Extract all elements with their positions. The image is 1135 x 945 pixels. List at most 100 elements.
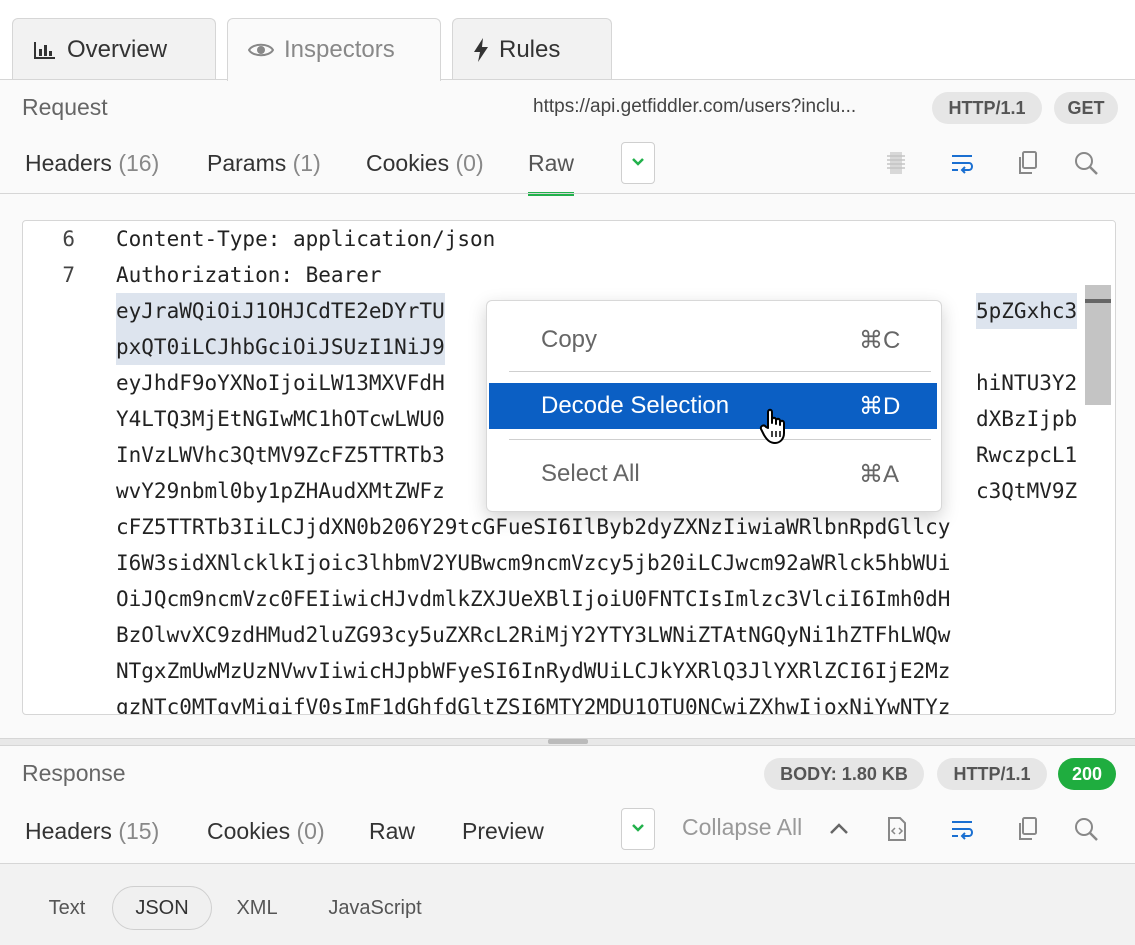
code-scrollbar-marker <box>1085 299 1111 303</box>
chevron-down-icon <box>631 820 645 838</box>
request-method-badge: GET <box>1054 92 1118 124</box>
code-text: Authorization: Bearer <box>116 263 382 287</box>
line-number: 7 <box>62 263 75 287</box>
request-tab-params[interactable]: Params (1) <box>207 150 321 177</box>
search-icon[interactable] <box>1071 814 1101 844</box>
code-text: Y4LTQ3MjEtNGIwMC1hOTcwLWU0 <box>116 407 445 431</box>
tab-rules[interactable]: Rules <box>452 18 612 80</box>
view-tab-text[interactable]: Text <box>30 886 104 930</box>
code-text-fragment: RwczpcL1 <box>976 443 1078 467</box>
response-tab-preview-label: Preview <box>462 818 544 844</box>
code-text: OiJQcm9ncmVzc0FEIiwicHJvdmlkZXJUeXBlIjoi… <box>116 587 951 611</box>
response-tab-cookies-label: Cookies <box>207 818 291 844</box>
code-text-fragment: 5pZGxhc3 <box>976 293 1078 329</box>
code-text: eyJhdF9oYXNoIjoiLW13MXVFdH <box>116 371 445 395</box>
request-header-row: Request https://api.getfiddler.com/users… <box>0 80 1135 136</box>
line-number: 6 <box>62 227 75 251</box>
request-tab-headers-count: (16) <box>118 150 160 176</box>
response-tab-raw-label: Raw <box>369 818 416 844</box>
tab-inspectors-label: Inspectors <box>284 36 395 63</box>
code-text-fragment: c3QtMV9Z <box>976 479 1078 503</box>
word-wrap-icon[interactable] <box>948 814 978 844</box>
chevron-up-icon[interactable] <box>824 814 854 844</box>
view-tab-xml[interactable]: XML <box>220 886 294 930</box>
menu-item-decode-shortcut: ⌘D <box>859 392 901 420</box>
code-line: I6W3sidXNlcklkIjoic3lhbmV2YUBwcm9ncmVzcy… <box>23 545 1083 581</box>
code-text: BzOlwvXC9zdHMud2luZG93cy5uZXRcL2RiMjY2YT… <box>116 623 951 647</box>
code-text: I6W3sidXNlcklkIjoic3lhbmV2YUBwcm9ncmVzcy… <box>116 551 951 575</box>
request-tab-params-count: (1) <box>292 150 321 176</box>
response-tab-cookies-count: (0) <box>296 818 325 844</box>
pane-splitter[interactable] <box>0 738 1135 746</box>
splitter-grip[interactable] <box>548 739 588 744</box>
bar-chart-icon <box>33 40 57 60</box>
menu-item-decode-label: Decode Selection <box>541 392 730 419</box>
request-label: Request <box>22 94 108 120</box>
request-tab-cookies[interactable]: Cookies (0) <box>366 150 484 177</box>
code-text-fragment: hiNTU3Y2 <box>976 371 1078 395</box>
code-text-fragment: dXBzIjpb <box>976 407 1078 431</box>
tab-overview-label: Overview <box>67 35 168 63</box>
request-tab-cookies-label: Cookies <box>366 150 450 176</box>
request-tab-params-label: Params <box>207 150 287 176</box>
response-pane: Response BODY: 1.80 KB HTTP/1.1 200 Head… <box>0 746 1135 945</box>
response-inspector-dropdown[interactable] <box>621 808 655 850</box>
code-scrollbar[interactable] <box>1083 221 1115 714</box>
menu-separator <box>509 439 931 440</box>
code-line: NTgxZmUwMzUzNVwvIiwicHJpbWFyeSI6InRydWUi… <box>23 653 1083 689</box>
code-scrollbar-thumb[interactable] <box>1085 285 1111 405</box>
view-tab-json[interactable]: JSON <box>112 886 212 930</box>
code-text: InVzLWVhc3QtMV9ZcFZ5TTRTb3 <box>116 443 445 467</box>
response-tab-headers-label: Headers <box>25 818 112 844</box>
request-tab-headers-label: Headers <box>25 150 112 176</box>
response-tab-cookies[interactable]: Cookies (0) <box>207 818 325 845</box>
search-icon[interactable] <box>1071 148 1101 178</box>
code-text: cFZ5TTRTb3IiLCJjdXN0b206Y29tcGFueSI6IlBy… <box>116 515 951 539</box>
eye-icon <box>248 41 274 59</box>
code-text: gzNTc0MTgyMigifV0sImF1dGhfdGltZSI6MTY2MD… <box>116 695 951 714</box>
view-tab-javascript[interactable]: JavaScript <box>310 886 440 930</box>
code-text: NTgxZmUwMzUzNVwvIiwicHJpbWFyeSI6InRydWUi… <box>116 659 951 683</box>
response-tab-raw[interactable]: Raw <box>369 818 415 845</box>
code-text: wvY29nbml0by1pZHAudXMtZWFz <box>116 479 445 503</box>
menu-separator <box>509 371 931 372</box>
menu-item-copy-shortcut: ⌘C <box>859 326 901 354</box>
main-tab-bar: Overview Inspectors Rules <box>0 0 1135 81</box>
context-menu: Copy ⌘C Decode Selection ⌘D Select All ⌘… <box>486 300 942 512</box>
menu-item-select-all[interactable]: Select All ⌘A <box>487 451 941 497</box>
response-protocol-badge: HTTP/1.1 <box>937 758 1047 790</box>
code-text: eyJraWQiOiJ1OHJCdTE2eDYrTU <box>116 293 445 329</box>
copy-icon[interactable] <box>1012 814 1042 844</box>
response-tab-headers[interactable]: Headers (15) <box>25 818 159 845</box>
code-file-icon[interactable] <box>882 814 912 844</box>
response-view-tabs: Text JSON XML JavaScript <box>0 864 1135 945</box>
menu-item-select-all-shortcut: ⌘A <box>859 460 900 488</box>
hex-view-icon[interactable] <box>881 148 911 178</box>
code-text: Content-Type: application/json <box>116 227 496 251</box>
menu-item-select-all-label: Select All <box>541 460 640 487</box>
response-label: Response <box>22 760 126 786</box>
request-tab-cookies-count: (0) <box>455 150 484 176</box>
code-text: pxQT0iLCJhbGciOiJSUzI1NiJ9 <box>116 329 445 365</box>
code-line: BzOlwvXC9zdHMud2luZG93cy5uZXRcL2RiMjY2YT… <box>23 617 1083 653</box>
chevron-down-icon <box>631 154 645 172</box>
menu-item-decode-selection[interactable]: Decode Selection ⌘D <box>489 383 937 429</box>
response-tab-preview[interactable]: Preview <box>462 818 544 845</box>
request-tab-raw[interactable]: Raw <box>528 150 575 196</box>
menu-item-copy-label: Copy <box>541 326 598 353</box>
menu-item-copy[interactable]: Copy ⌘C <box>487 317 941 363</box>
request-inspector-dropdown[interactable] <box>621 142 655 184</box>
request-tab-raw-label: Raw <box>528 150 575 176</box>
copy-icon[interactable] <box>1012 148 1042 178</box>
response-body-size-badge: BODY: 1.80 KB <box>764 758 924 790</box>
code-line: 6 Content-Type: application/json <box>23 221 1083 257</box>
request-tab-headers[interactable]: Headers (16) <box>25 150 159 177</box>
collapse-all-button[interactable]: Collapse All <box>682 814 802 841</box>
code-line: OiJQcm9ncmVzc0FEIiwicHJvdmlkZXJUeXBlIjoi… <box>23 581 1083 617</box>
tab-inspectors[interactable]: Inspectors <box>227 18 441 81</box>
request-sub-tabs: Headers (16) Params (1) Cookies (0) Raw <box>0 136 1135 196</box>
tab-overview[interactable]: Overview <box>12 18 216 80</box>
response-status-badge: 200 <box>1058 758 1116 790</box>
word-wrap-icon[interactable] <box>948 148 978 178</box>
code-line: gzNTc0MTgyMigifV0sImF1dGhfdGltZSI6MTY2MD… <box>23 689 1083 714</box>
